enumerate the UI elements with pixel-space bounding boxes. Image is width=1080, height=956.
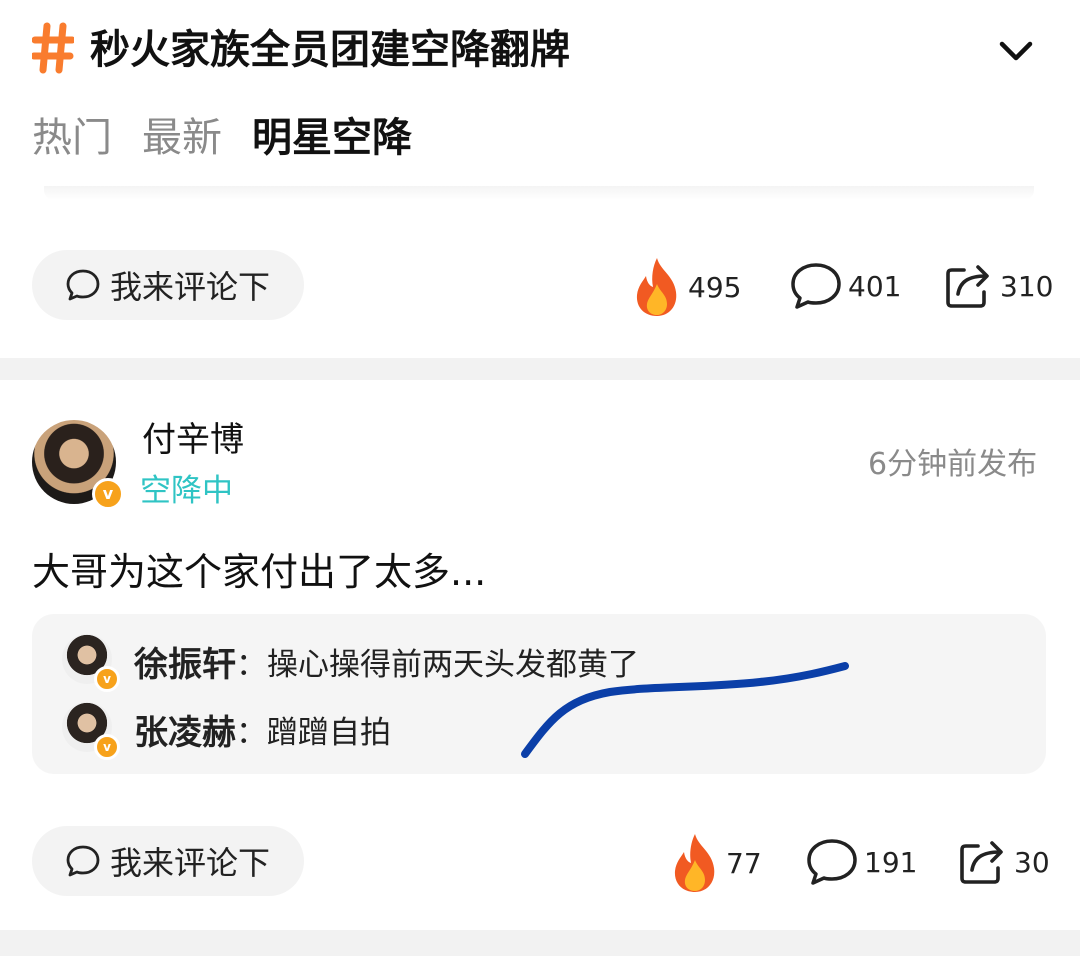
reply-item[interactable]: v 张凌赫 ： 蹭蹭自拍 bbox=[62, 702, 391, 760]
topic-title: 秒火家族全员团建空降翻牌 bbox=[90, 27, 570, 73]
post-time: 6分钟前发布 bbox=[868, 447, 1038, 482]
author-name[interactable]: 付辛博 bbox=[142, 418, 244, 462]
comment-count: 401 bbox=[848, 269, 902, 303]
verified-badge-icon: v bbox=[94, 666, 120, 692]
comment-placeholder: 我来评论下 bbox=[110, 844, 271, 882]
fire-icon bbox=[636, 258, 677, 316]
comment-stat[interactable]: 191 bbox=[806, 838, 917, 886]
chevron-down-icon[interactable] bbox=[996, 36, 1036, 66]
comment-icon bbox=[807, 839, 857, 885]
comment-icon bbox=[791, 263, 841, 309]
like-stat[interactable]: 77 bbox=[670, 832, 762, 894]
share-icon bbox=[960, 841, 1003, 884]
reply-avatar: v bbox=[62, 634, 120, 692]
reply-author: 张凌赫 bbox=[134, 712, 236, 753]
share-count: 310 bbox=[1000, 269, 1054, 303]
comment-bubble-icon bbox=[66, 845, 100, 877]
author-avatar[interactable]: v bbox=[32, 420, 124, 510]
tab-bar: 热门 最新 明星空降 bbox=[32, 108, 412, 168]
reply-text: 蹭蹭自拍 bbox=[267, 714, 391, 751]
reply-separator: ： bbox=[236, 646, 267, 683]
tab-hot[interactable]: 热门 bbox=[32, 108, 112, 168]
comment-input-button[interactable]: 我来评论下 bbox=[32, 826, 304, 896]
reply-avatar: v bbox=[62, 702, 120, 760]
hashtag-icon bbox=[32, 22, 74, 74]
comment-bubble-icon bbox=[66, 269, 100, 301]
like-stat[interactable]: 495 bbox=[632, 256, 741, 318]
tab-celebrity-drop[interactable]: 明星空降 bbox=[252, 108, 412, 168]
section-divider bbox=[0, 930, 1080, 956]
comment-placeholder: 我来评论下 bbox=[110, 268, 271, 306]
card-edge bbox=[44, 186, 1034, 200]
verified-badge-icon: v bbox=[94, 734, 120, 760]
like-count: 77 bbox=[726, 846, 762, 880]
section-divider bbox=[0, 358, 1080, 380]
reply-author: 徐振轩 bbox=[134, 644, 236, 685]
tab-latest[interactable]: 最新 bbox=[142, 108, 222, 168]
author-status: 空降中 bbox=[140, 473, 233, 509]
share-stat[interactable]: 30 bbox=[958, 838, 1050, 886]
hand-drawn-underline bbox=[521, 662, 849, 758]
verified-badge-icon: v bbox=[92, 478, 124, 510]
share-count: 30 bbox=[1014, 845, 1050, 879]
share-stat[interactable]: 310 bbox=[944, 262, 1053, 310]
post-text: 大哥为这个家付出了太多... bbox=[32, 550, 487, 594]
like-count: 495 bbox=[688, 270, 742, 304]
share-icon bbox=[946, 265, 989, 308]
comment-stat[interactable]: 401 bbox=[790, 262, 901, 310]
comment-count: 191 bbox=[864, 845, 918, 879]
comment-input-button[interactable]: 我来评论下 bbox=[32, 250, 304, 320]
fire-icon bbox=[674, 834, 715, 892]
reply-separator: ： bbox=[236, 714, 267, 751]
